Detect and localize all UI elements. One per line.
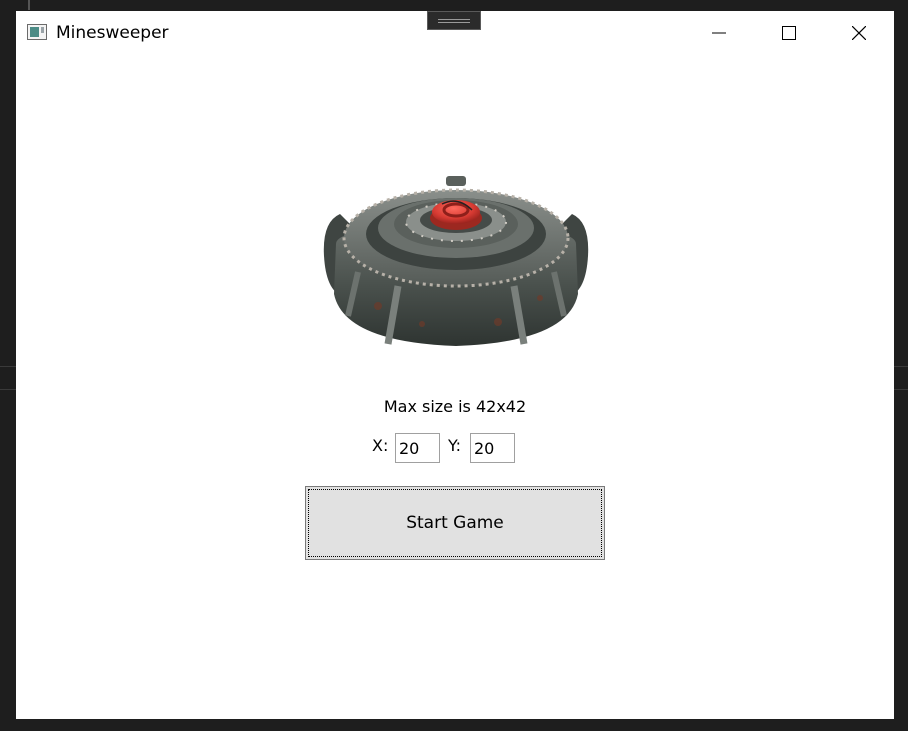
maximize-button[interactable] bbox=[754, 11, 824, 55]
background-tick bbox=[28, 0, 30, 10]
maximize-icon bbox=[782, 26, 796, 40]
minimize-button[interactable] bbox=[684, 11, 754, 55]
minimize-icon bbox=[712, 32, 726, 34]
background-divider bbox=[0, 366, 16, 367]
background-divider bbox=[894, 366, 908, 367]
y-label: Y: bbox=[448, 436, 462, 455]
background-divider bbox=[894, 389, 908, 390]
background-divider bbox=[0, 389, 16, 390]
y-size-input[interactable] bbox=[470, 433, 515, 463]
x-size-input[interactable] bbox=[395, 433, 440, 463]
start-game-button[interactable]: Start Game bbox=[305, 486, 605, 560]
max-size-label: Max size is 42x42 bbox=[383, 397, 527, 416]
start-game-label: Start Game bbox=[406, 513, 504, 533]
close-icon bbox=[852, 26, 866, 40]
snap-layout-handle[interactable] bbox=[427, 11, 481, 30]
window-title: Minesweeper bbox=[56, 23, 169, 43]
app-window-icon bbox=[27, 24, 47, 40]
close-button[interactable] bbox=[824, 11, 894, 55]
minesweeper-window: Minesweeper Max size is 42x42 X: 20 Y: 2… bbox=[16, 11, 894, 719]
x-label: X: bbox=[372, 436, 389, 455]
landmine-image bbox=[323, 176, 589, 346]
